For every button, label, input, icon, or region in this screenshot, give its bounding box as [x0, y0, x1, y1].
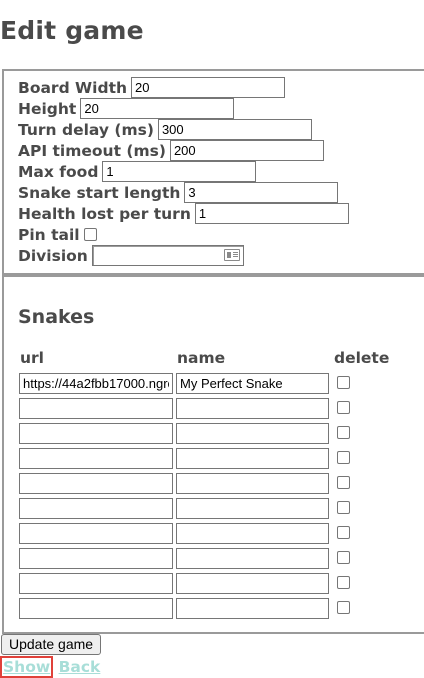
- snake-start-length-label: Snake start length: [18, 183, 181, 202]
- snake-name-input[interactable]: [176, 598, 329, 619]
- snakes-heading: Snakes: [18, 306, 95, 328]
- snake-delete-checkbox[interactable]: [337, 526, 350, 539]
- snake-name-input[interactable]: [176, 423, 329, 444]
- game-settings-fieldset: Board Width Height Turn delay (ms) API t…: [2, 69, 424, 275]
- snake-name-input[interactable]: [176, 398, 329, 419]
- division-row: Division: [18, 245, 244, 266]
- pin-tail-checkbox[interactable]: [83, 228, 97, 241]
- snake-name-input[interactable]: [176, 548, 329, 569]
- page-title: Edit game: [0, 16, 144, 45]
- height-input[interactable]: [80, 98, 235, 119]
- snake-url-input[interactable]: [19, 573, 173, 594]
- health-lost-input[interactable]: [194, 203, 349, 224]
- snake-start-length-input[interactable]: [184, 182, 339, 203]
- snake-url-input[interactable]: [19, 523, 173, 544]
- max-food-input[interactable]: [102, 161, 257, 182]
- pin-tail-row: Pin tail: [18, 224, 97, 245]
- board-width-label: Board Width: [18, 78, 128, 97]
- snake-name-input[interactable]: [176, 373, 329, 394]
- api-timeout-row: API timeout (ms): [18, 140, 324, 161]
- snake-delete-checkbox[interactable]: [337, 551, 350, 564]
- api-timeout-input[interactable]: [169, 140, 324, 161]
- url-column-header: url: [20, 349, 44, 367]
- snake-url-input[interactable]: [19, 448, 173, 469]
- board-width-input[interactable]: [131, 77, 286, 98]
- max-food-row: Max food: [18, 161, 257, 182]
- snake-delete-checkbox[interactable]: [337, 501, 350, 514]
- division-input[interactable]: [91, 245, 244, 266]
- max-food-label: Max food: [18, 162, 99, 181]
- turn-delay-input[interactable]: [157, 119, 312, 140]
- turn-delay-label: Turn delay (ms): [18, 120, 154, 139]
- snake-delete-checkbox[interactable]: [337, 426, 350, 439]
- snake-delete-checkbox[interactable]: [337, 601, 350, 614]
- health-lost-row: Health lost per turn: [18, 203, 349, 224]
- snake-delete-checkbox[interactable]: [337, 451, 350, 464]
- snake-name-input[interactable]: [176, 498, 329, 519]
- snake-url-input[interactable]: [19, 548, 173, 569]
- snake-url-input[interactable]: [19, 373, 173, 394]
- update-game-button[interactable]: Update game: [1, 634, 102, 655]
- snake-url-input[interactable]: [19, 498, 173, 519]
- name-column-header: name: [177, 349, 226, 367]
- show-link[interactable]: Show: [3, 658, 50, 676]
- snake-delete-checkbox[interactable]: [337, 576, 350, 589]
- pin-tail-label: Pin tail: [18, 225, 80, 244]
- delete-column-header: delete: [334, 349, 390, 367]
- show-link-highlight: Show: [0, 656, 54, 678]
- snake-url-input[interactable]: [19, 473, 173, 494]
- contact-card-icon: [223, 249, 240, 261]
- snake-name-input[interactable]: [176, 573, 329, 594]
- height-row: Height: [18, 98, 235, 119]
- snake-name-input[interactable]: [176, 448, 329, 469]
- back-link[interactable]: Back: [59, 658, 101, 676]
- edit-game-page: Edit game Board Width Height Turn delay …: [0, 0, 424, 678]
- snake-delete-checkbox[interactable]: [337, 476, 350, 489]
- snake-delete-checkbox[interactable]: [337, 376, 350, 389]
- snake-url-input[interactable]: [19, 423, 173, 444]
- snake-name-input[interactable]: [176, 523, 329, 544]
- division-label: Division: [18, 246, 88, 265]
- height-label: Height: [18, 99, 77, 118]
- snake-url-input[interactable]: [19, 598, 173, 619]
- board-width-row: Board Width: [18, 77, 286, 98]
- health-lost-label: Health lost per turn: [18, 204, 191, 223]
- snake-delete-checkbox[interactable]: [337, 401, 350, 414]
- snake-url-input[interactable]: [19, 398, 173, 419]
- snakes-fieldset: Snakes url name delete: [2, 275, 424, 634]
- footer-links: Show Back: [0, 656, 101, 678]
- turn-delay-row: Turn delay (ms): [18, 119, 312, 140]
- snake-name-input[interactable]: [176, 473, 329, 494]
- api-timeout-label: API timeout (ms): [18, 141, 166, 160]
- snake-start-length-row: Snake start length: [18, 182, 339, 203]
